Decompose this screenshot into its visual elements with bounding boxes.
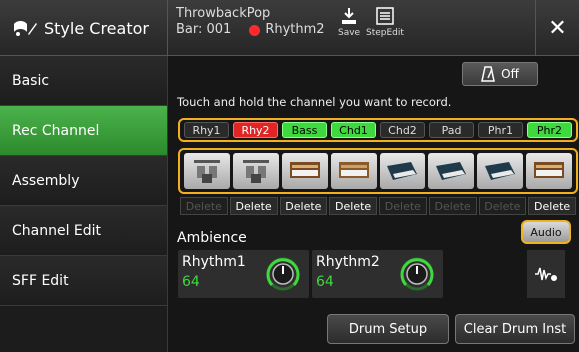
page-title: Style Creator (44, 18, 149, 38)
sidebar-item-label: Channel Edit (12, 222, 102, 239)
style-info: ThrowbackPop Bar: 001 Rhythm2 (176, 6, 325, 38)
voice-button[interactable] (428, 153, 475, 189)
ambience-channel-name: Rhythm1 (182, 254, 246, 270)
delete-button-chd2[interactable]: Delete (379, 197, 427, 215)
delete-button-pad[interactable]: Delete (428, 197, 477, 215)
ambience-channel-name: Rhythm2 (316, 254, 380, 270)
synth-keyboard-icon (436, 162, 467, 180)
voice-button[interactable] (379, 153, 426, 189)
ambience-label: Ambience (177, 230, 247, 246)
save-label: Save (338, 28, 361, 38)
sidebar-item-label: Rec Channel (12, 122, 100, 139)
synth-keyboard-icon (387, 162, 418, 180)
sidebar-item-channel-edit[interactable]: Channel Edit (0, 206, 167, 256)
voice-row (178, 148, 578, 194)
rec-channel-indicator: Rhythm2 (265, 22, 325, 37)
channel-button-rhy1[interactable]: Rhy1 (184, 122, 229, 138)
ambience-rhythm2[interactable]: Rhythm2 64 (312, 250, 443, 298)
knob-icon (400, 257, 434, 291)
instruction-text: Touch and hold the channel you want to r… (177, 95, 452, 109)
stepedit-label: StepEdit (366, 28, 404, 38)
voice-button[interactable] (330, 153, 377, 189)
knob-icon (266, 257, 300, 291)
organ-icon (289, 162, 320, 178)
record-dot-icon (249, 24, 261, 36)
synth-keyboard-icon (485, 162, 516, 180)
drum-kit-icon (242, 160, 269, 183)
step-edit-icon (376, 7, 394, 25)
sidebar: Basic Rec Channel Assembly Channel Edit … (0, 56, 168, 352)
delete-button-rhy1[interactable]: Delete (180, 197, 228, 215)
channel-button-rhy2[interactable]: Rhy2 (233, 122, 278, 138)
voice-button[interactable] (477, 153, 524, 189)
delete-button-phr1[interactable]: Delete (478, 197, 527, 215)
delete-row: Delete Delete Delete Delete Delete Delet… (180, 197, 576, 215)
audio-button[interactable]: Audio (521, 220, 571, 244)
metronome-label: Off (501, 67, 519, 81)
style-name: ThrowbackPop (176, 6, 271, 21)
sidebar-item-assembly[interactable]: Assembly (0, 156, 167, 206)
delete-button-bass[interactable]: Delete (279, 197, 328, 215)
metronome-button[interactable]: Off (462, 62, 538, 86)
sidebar-item-label: SFF Edit (12, 272, 69, 289)
drum-setup-button[interactable]: Drum Setup (327, 314, 449, 344)
voice-button[interactable] (526, 153, 572, 189)
main-panel: Off Touch and hold the channel you want … (168, 56, 579, 352)
voice-button[interactable] (281, 153, 328, 189)
channel-row: Rhy1 Rhy2 Bass Chd1 Chd2 Pad Phr1 Phr2 (178, 118, 578, 142)
title-bar: Style Creator ThrowbackPop Bar: 001 Rhyt… (0, 0, 579, 56)
sidebar-item-label: Assembly (12, 172, 80, 189)
delete-button-chd1[interactable]: Delete (329, 197, 377, 215)
save-icon (342, 8, 357, 24)
ambience-value: 64 (182, 274, 200, 290)
delete-button-phr2[interactable]: Delete (528, 197, 576, 215)
waveform-icon (535, 267, 557, 281)
ambience-settings-button[interactable] (527, 250, 565, 298)
organ-icon (338, 162, 369, 178)
organ-icon (534, 162, 565, 178)
bar-indicator: Bar: 001 (176, 22, 232, 37)
delete-button-rhy2[interactable]: Delete (229, 197, 278, 215)
close-icon: ✕ (548, 15, 567, 41)
stepedit-button[interactable]: StepEdit (366, 6, 404, 38)
sidebar-item-sff-edit[interactable]: SFF Edit (0, 256, 167, 306)
voice-button[interactable] (232, 153, 279, 189)
sidebar-item-basic[interactable]: Basic (0, 56, 167, 106)
channel-button-phr1[interactable]: Phr1 (478, 122, 523, 138)
voice-button[interactable] (184, 153, 230, 189)
sidebar-item-label: Basic (12, 72, 50, 89)
channel-button-chd1[interactable]: Chd1 (331, 122, 376, 138)
clear-drum-inst-button[interactable]: Clear Drum Inst (455, 314, 575, 344)
metronome-icon (481, 66, 496, 82)
channel-button-phr2[interactable]: Phr2 (527, 122, 572, 138)
channel-button-pad[interactable]: Pad (429, 122, 474, 138)
style-creator-icon (14, 21, 37, 36)
channel-button-chd2[interactable]: Chd2 (380, 122, 425, 138)
app-title-area: Style Creator (0, 0, 168, 56)
ambience-value: 64 (316, 274, 334, 290)
ambience-rhythm1[interactable]: Rhythm1 64 (178, 250, 309, 298)
close-button[interactable]: ✕ (535, 0, 579, 56)
channel-button-bass[interactable]: Bass (282, 122, 327, 138)
save-button[interactable]: Save (338, 6, 360, 38)
sidebar-item-rec-channel[interactable]: Rec Channel (0, 106, 167, 156)
drum-kit-icon (193, 160, 220, 183)
